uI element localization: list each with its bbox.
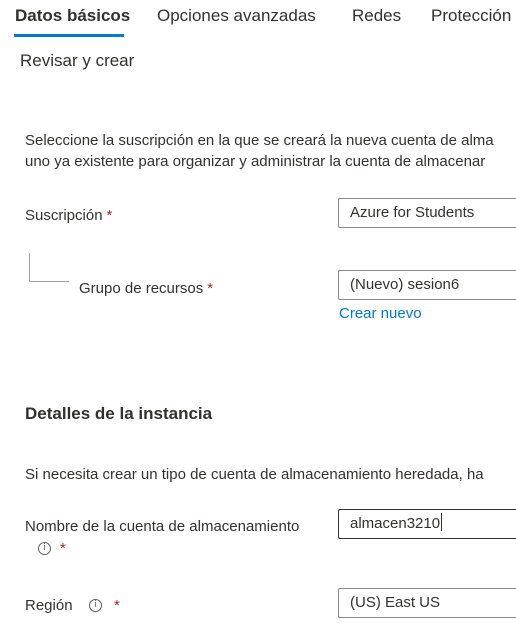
tree-connector-vertical — [29, 253, 30, 282]
info-icon[interactable]: i — [89, 599, 102, 612]
storage-name-label: Nombre de la cuenta de almacenamiento — [25, 518, 300, 535]
info-icon[interactable]: i — [38, 542, 51, 555]
storage-name-value: almacen3210 — [350, 515, 441, 532]
tree-connector-horizontal — [29, 281, 69, 282]
required-indicator: * — [207, 280, 214, 297]
active-tab-indicator — [14, 34, 124, 37]
resource-group-label: Grupo de recursos * — [79, 280, 213, 297]
resource-group-select[interactable]: (Nuevo) sesion6 — [338, 270, 516, 300]
project-description-line2: uno ya existente para organizar y admini… — [25, 153, 486, 170]
project-description-line1: Seleccione la suscripción en la que se c… — [25, 132, 494, 149]
create-new-resource-group-link[interactable]: Crear nuevo — [339, 305, 422, 322]
subscription-label: Suscripción * — [25, 207, 112, 224]
instance-description: Si necesita crear un tipo de cuenta de a… — [25, 466, 484, 483]
tab-redes[interactable]: Redes — [352, 6, 401, 26]
tab-datos-basicos[interactable]: Datos básicos — [15, 6, 130, 26]
instance-details-title: Detalles de la instancia — [25, 404, 213, 423]
tab-opciones-avanzadas[interactable]: Opciones avanzadas — [157, 6, 316, 26]
tab-revisar-y-crear[interactable]: Revisar y crear — [20, 51, 134, 71]
region-label: Región — [25, 597, 73, 614]
subscription-label-text: Suscripción — [25, 207, 103, 224]
subscription-select[interactable]: Azure for Students — [338, 198, 516, 228]
tab-proteccion[interactable]: Protección — [431, 6, 511, 26]
region-select[interactable]: (US) East US — [338, 588, 516, 618]
required-indicator: * — [114, 597, 120, 614]
storage-name-input[interactable]: almacen3210 — [338, 509, 516, 539]
text-cursor — [441, 513, 443, 531]
resource-group-label-text: Grupo de recursos — [79, 280, 204, 297]
required-indicator: * — [106, 207, 113, 224]
required-indicator: * — [60, 540, 66, 557]
